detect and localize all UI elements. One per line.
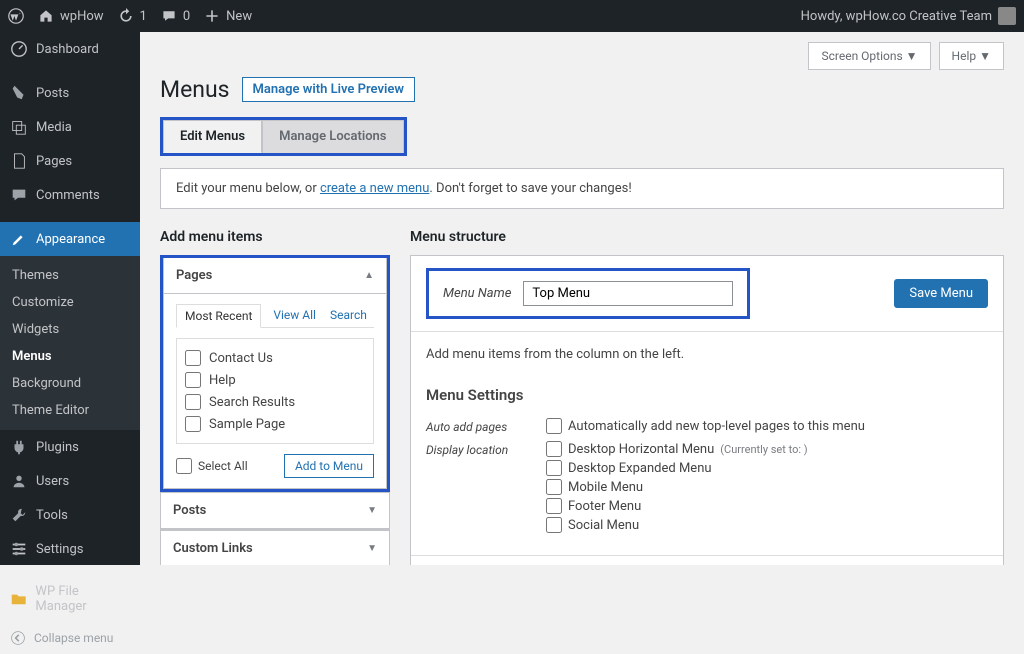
page-checkbox-help[interactable]: Help <box>185 369 365 391</box>
add-items-heading: Add menu items <box>160 229 390 245</box>
sidebar-sub-widgets[interactable]: Widgets <box>0 316 140 343</box>
sidebar-item-tools[interactable]: Tools <box>0 498 140 532</box>
sidebar-item-appearance[interactable]: Appearance <box>0 222 140 256</box>
sidebar-sub-customize[interactable]: Customize <box>0 289 140 316</box>
chevron-up-icon: ▲ <box>364 270 374 281</box>
create-new-menu-link[interactable]: create a new menu <box>320 181 429 196</box>
postbox-pages-toggle[interactable]: Pages▲ <box>164 258 386 294</box>
comments-count[interactable]: 0 <box>161 8 190 24</box>
location-desktop-horizontal[interactable]: Desktop Horizontal Menu (Currently set t… <box>546 441 808 457</box>
display-location-label: Display location <box>426 441 546 536</box>
pages-tab-most-recent[interactable]: Most Recent <box>176 304 261 328</box>
menu-settings-heading: Menu Settings <box>426 386 988 404</box>
menu-name-label: Menu Name <box>443 286 511 301</box>
sidebar-item-wp-file-manager[interactable]: WP File Manager <box>0 576 140 622</box>
site-home[interactable]: wpHow <box>38 8 104 24</box>
menu-structure-heading: Menu structure <box>410 229 1004 245</box>
chevron-down-icon: ▼ <box>367 505 377 516</box>
collapse-menu[interactable]: Collapse menu <box>0 622 140 654</box>
help-toggle[interactable]: Help ▼ <box>939 42 1004 70</box>
pages-tab-view-all[interactable]: View All <box>271 304 318 327</box>
nav-tabs: Edit Menus Manage Locations <box>160 117 407 156</box>
select-all-checkbox[interactable]: Select All <box>176 458 248 474</box>
screen-options-toggle[interactable]: Screen Options ▼ <box>808 42 930 70</box>
sidebar-item-dashboard[interactable]: Dashboard <box>0 32 140 66</box>
sidebar-item-comments[interactable]: Comments <box>0 178 140 212</box>
menu-name-input[interactable] <box>523 281 733 306</box>
menu-instruction: Add menu items from the column on the le… <box>426 347 988 362</box>
sidebar-sub-menus[interactable]: Menus <box>0 343 140 370</box>
updates[interactable]: 1 <box>118 8 147 24</box>
tab-edit-menus[interactable]: Edit Menus <box>163 120 262 153</box>
location-footer[interactable]: Footer Menu <box>546 498 808 514</box>
manage-live-preview-button[interactable]: Manage with Live Preview <box>242 77 415 102</box>
location-social[interactable]: Social Menu <box>546 517 808 533</box>
main-content: Screen Options ▼ Help ▼ Menus Manage wit… <box>140 32 1024 565</box>
location-desktop-expanded[interactable]: Desktop Expanded Menu <box>546 460 808 476</box>
user-greeting[interactable]: Howdy, wpHow.co Creative Team <box>801 7 1016 25</box>
auto-add-label: Auto add pages <box>426 418 546 437</box>
location-mobile[interactable]: Mobile Menu <box>546 479 808 495</box>
page-checkbox-contact-us[interactable]: Contact Us <box>185 347 365 369</box>
page-checkbox-search-results[interactable]: Search Results <box>185 391 365 413</box>
admin-sidebar: Dashboard Posts Media Pages Comments App… <box>0 32 140 565</box>
wp-logo-icon[interactable] <box>8 8 24 24</box>
add-to-menu-button[interactable]: Add to Menu <box>284 454 374 478</box>
sidebar-item-pages[interactable]: Pages <box>0 144 140 178</box>
postbox-posts-toggle[interactable]: Posts▼ <box>161 493 389 529</box>
admin-toolbar: wpHow 1 0 New Howdy, wpHow.co Creative T… <box>0 0 1024 32</box>
pages-tab-search[interactable]: Search <box>328 304 369 327</box>
sidebar-sub-themes[interactable]: Themes <box>0 262 140 289</box>
chevron-down-icon: ▼ <box>367 543 377 554</box>
sidebar-item-plugins[interactable]: Plugins <box>0 430 140 464</box>
page-title: Menus <box>160 76 230 103</box>
auto-add-checkbox[interactable]: Automatically add new top-level pages to… <box>546 418 865 434</box>
save-menu-button-top[interactable]: Save Menu <box>894 279 988 308</box>
sidebar-item-media[interactable]: Media <box>0 110 140 144</box>
sidebar-item-posts[interactable]: Posts <box>0 76 140 110</box>
new-content[interactable]: New <box>204 8 252 24</box>
tab-manage-locations[interactable]: Manage Locations <box>262 120 403 153</box>
avatar <box>998 7 1016 25</box>
postbox-custom-links-toggle[interactable]: Custom Links▼ <box>161 531 389 565</box>
sidebar-sub-theme-editor[interactable]: Theme Editor <box>0 397 140 424</box>
sidebar-submenu-appearance: Themes Customize Widgets Menus Backgroun… <box>0 256 140 430</box>
sidebar-item-settings[interactable]: Settings <box>0 532 140 566</box>
page-checkbox-sample-page[interactable]: Sample Page <box>185 413 365 435</box>
sidebar-sub-background[interactable]: Background <box>0 370 140 397</box>
sidebar-item-users[interactable]: Users <box>0 464 140 498</box>
info-notice: Edit your menu below, or create a new me… <box>160 168 1004 209</box>
